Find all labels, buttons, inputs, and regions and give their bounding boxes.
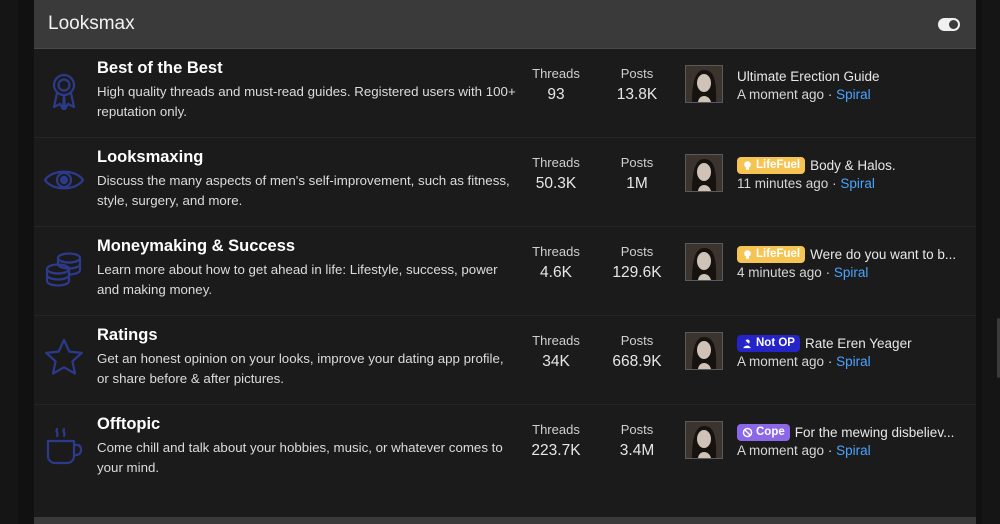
prefix-badge-cope[interactable]: Cope xyxy=(737,423,790,441)
avatar[interactable] xyxy=(685,154,723,192)
prefix-label: LifeFuel xyxy=(756,158,801,171)
latest-user-link[interactable]: Spiral xyxy=(840,176,875,191)
forum-description: Come chill and talk about your hobbies, … xyxy=(97,440,503,475)
posts-count: 13.8K xyxy=(616,86,658,103)
threads-label: Threads xyxy=(532,333,580,348)
posts-stat: Posts 129.6K xyxy=(597,244,677,282)
section-header: Looksmax xyxy=(34,0,976,49)
prefix-label: Not OP xyxy=(756,336,795,349)
latest-user-link[interactable]: Spiral xyxy=(836,87,871,102)
coffee-cup-icon xyxy=(42,425,86,469)
next-section-header xyxy=(34,517,976,524)
prefix-badge-not-op[interactable]: Not OP xyxy=(737,334,800,352)
posts-stat: Posts 13.8K xyxy=(597,66,677,104)
forum-description: High quality threads and must-read guide… xyxy=(97,84,516,119)
latest-post: Not OP Rate Eren Yeager A moment ago · S… xyxy=(737,333,972,369)
posts-label: Posts xyxy=(620,244,654,259)
posts-label: Posts xyxy=(620,333,654,348)
latest-post: Ultimate Erection Guide A moment ago · S… xyxy=(737,66,972,103)
page-right-margin xyxy=(982,0,1000,524)
posts-label: Posts xyxy=(620,155,654,170)
threads-label: Threads xyxy=(532,422,580,437)
forum-row-moneymaking: Moneymaking & Success Learn more about h… xyxy=(34,227,976,316)
threads-stat: Threads 93 xyxy=(516,66,596,104)
latest-post: LifeFuel Body & Halos. 11 minutes ago · … xyxy=(737,155,972,191)
posts-count: 1M xyxy=(626,175,648,192)
posts-stat: Posts 1M xyxy=(597,155,677,193)
threads-stat: Threads 223.7K xyxy=(516,422,596,460)
forum-row-offtopic: Offtopic Come chill and talk about your … xyxy=(34,405,976,494)
threads-count: 34K xyxy=(542,353,570,370)
separator: · xyxy=(832,176,837,191)
latest-user-link[interactable]: Spiral xyxy=(836,354,871,369)
forum-description: Learn more about how to get ahead in lif… xyxy=(97,262,498,297)
forum-title[interactable]: Best of the Best xyxy=(97,59,223,78)
forum-row-looksmaxing: Looksmaxing Discuss the many aspects of … xyxy=(34,138,976,227)
latest-thread-title[interactable]: Ultimate Erection Guide xyxy=(737,69,880,84)
posts-count: 129.6K xyxy=(612,264,662,281)
latest-thread-title[interactable]: For the mewing disbeliev... xyxy=(795,425,955,440)
posts-count: 3.4M xyxy=(619,442,655,459)
latest-thread-title[interactable]: Rate Eren Yeager xyxy=(805,336,912,351)
page-left-margin xyxy=(0,0,18,524)
posts-label: Posts xyxy=(620,422,654,437)
forum-title[interactable]: Offtopic xyxy=(97,415,160,434)
prefix-badge-lifefuel[interactable]: LifeFuel xyxy=(737,156,806,174)
award-ribbon-icon xyxy=(42,69,86,113)
avatar[interactable] xyxy=(685,421,723,459)
threads-stat: Threads 50.3K xyxy=(516,155,596,193)
lightbulb-icon xyxy=(744,160,751,170)
latest-time[interactable]: 11 minutes ago xyxy=(737,176,828,191)
forum-description: Discuss the many aspects of men's self-i… xyxy=(97,173,510,208)
eye-icon xyxy=(42,158,86,202)
collapse-toggle[interactable] xyxy=(938,17,960,31)
forum-section-panel: Looksmax Best of the Best High quality t… xyxy=(34,0,976,524)
threads-count: 223.7K xyxy=(531,442,581,459)
prefix-label: LifeFuel xyxy=(756,247,801,260)
latest-time[interactable]: A moment ago xyxy=(737,443,824,458)
ban-icon xyxy=(742,427,753,437)
threads-label: Threads xyxy=(532,155,580,170)
latest-user-link[interactable]: Spiral xyxy=(836,443,871,458)
section-title[interactable]: Looksmax xyxy=(48,13,135,35)
posts-label: Posts xyxy=(620,66,654,81)
posts-count: 668.9K xyxy=(612,353,662,370)
latest-user-link[interactable]: Spiral xyxy=(834,265,869,280)
threads-count: 4.6K xyxy=(540,264,572,281)
separator: · xyxy=(827,443,833,458)
latest-post: LifeFuel Were do you want to b... 4 minu… xyxy=(737,244,972,280)
latest-thread-title[interactable]: Were do you want to b... xyxy=(810,247,956,262)
threads-stat: Threads 34K xyxy=(516,333,596,371)
avatar[interactable] xyxy=(685,332,723,370)
prefix-badge-lifefuel[interactable]: LifeFuel xyxy=(737,245,806,263)
posts-stat: Posts 668.9K xyxy=(597,333,677,371)
latest-time[interactable]: A moment ago xyxy=(737,87,824,102)
lightbulb-icon xyxy=(744,249,751,259)
latest-thread-title[interactable]: Body & Halos. xyxy=(810,158,896,173)
coins-icon xyxy=(42,247,86,291)
threads-stat: Threads 4.6K xyxy=(516,244,596,282)
threads-count: 93 xyxy=(547,86,565,103)
forum-row-ratings: Ratings Get an honest opinion on your lo… xyxy=(34,316,976,405)
prefix-label: Cope xyxy=(756,425,785,438)
latest-post: Cope For the mewing disbeliev... A momen… xyxy=(737,422,972,458)
avatar[interactable] xyxy=(685,243,723,281)
separator: · xyxy=(827,354,833,369)
forum-title[interactable]: Looksmaxing xyxy=(97,148,203,167)
latest-time[interactable]: A moment ago xyxy=(737,354,824,369)
forum-description: Get an honest opinion on your looks, imp… xyxy=(97,351,504,386)
posts-stat: Posts 3.4M xyxy=(597,422,677,460)
star-icon xyxy=(42,336,86,380)
forum-title[interactable]: Moneymaking & Success xyxy=(97,237,295,256)
threads-label: Threads xyxy=(532,244,580,259)
forum-title[interactable]: Ratings xyxy=(97,326,158,345)
latest-time[interactable]: 4 minutes ago xyxy=(737,265,822,280)
separator: · xyxy=(827,87,833,102)
separator: · xyxy=(825,265,831,280)
avatar[interactable] xyxy=(685,65,723,103)
forum-row-best-of-the-best: Best of the Best High quality threads an… xyxy=(34,49,976,138)
threads-label: Threads xyxy=(532,66,580,81)
user-slash-icon xyxy=(742,337,753,349)
threads-count: 50.3K xyxy=(535,175,577,192)
